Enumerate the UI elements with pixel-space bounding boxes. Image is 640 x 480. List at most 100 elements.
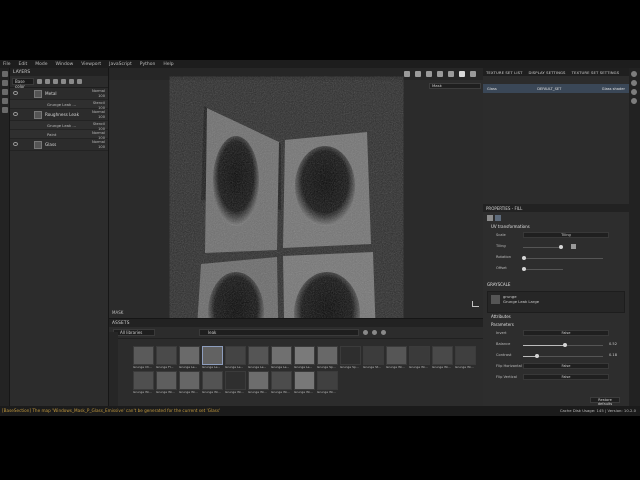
- tab-texture-set-settings[interactable]: TEXTURE SET SETTINGS: [572, 70, 620, 75]
- tiling-slider[interactable]: [523, 245, 563, 249]
- param-toggle[interactable]: False: [523, 363, 609, 369]
- material-tab-icon[interactable]: [487, 215, 493, 221]
- grayscale-resource[interactable]: grunge Grunge Leak Large: [487, 291, 625, 313]
- blend-channel-select[interactable]: Base color: [12, 78, 34, 89]
- tiling-knob[interactable]: [559, 245, 563, 249]
- menu-item-python[interactable]: Python: [140, 62, 156, 67]
- param-toggle[interactable]: False: [523, 374, 609, 380]
- view-options-icon[interactable]: [381, 330, 386, 335]
- asset-preview: [156, 346, 177, 365]
- asset-thumbnail[interactable]: Grunge Wi...: [294, 371, 315, 394]
- asset-thumbnail[interactable]: Grunge Wi...: [317, 371, 338, 394]
- display-settings-icon[interactable]: [631, 89, 637, 95]
- shelf-icon[interactable]: [631, 71, 637, 77]
- add-mask-icon[interactable]: [45, 79, 50, 84]
- visibility-eye-icon[interactable]: [13, 142, 18, 146]
- lock-icon[interactable]: [571, 244, 576, 249]
- menu-item-help[interactable]: Help: [163, 62, 173, 67]
- menu-item-viewport[interactable]: Viewport: [81, 62, 101, 67]
- rotation-knob[interactable]: [522, 256, 526, 260]
- asset-thumbnail[interactable]: Grunge Wi...: [248, 371, 269, 394]
- visibility-eye-icon[interactable]: [13, 91, 18, 95]
- layer-row[interactable]: Roughness Leak Normal 100: [10, 109, 108, 121]
- paint-tool-icon[interactable]: [2, 71, 8, 77]
- layer-row[interactable]: Glass Normal 100: [10, 139, 108, 151]
- attributes-header[interactable]: Attributes: [483, 313, 629, 321]
- asset-thumbnail[interactable]: Grunge Sp...: [340, 346, 361, 369]
- asset-label: Grunge Wi...: [455, 365, 474, 369]
- asset-thumbnail[interactable]: Grunge Ch...: [133, 346, 154, 369]
- param-slider[interactable]: [523, 343, 603, 347]
- asset-thumbnail[interactable]: Grunge St...: [363, 346, 384, 369]
- param-slider-knob[interactable]: [562, 343, 567, 347]
- layer-blend-info[interactable]: Normal 100: [92, 89, 105, 98]
- offset-knob[interactable]: [522, 267, 526, 271]
- menu-item-edit[interactable]: Edit: [19, 62, 28, 67]
- asset-thumbnail[interactable]: Grunge Le...: [179, 346, 200, 369]
- asset-thumbnail[interactable]: Grunge Le...: [202, 346, 223, 369]
- asset-thumbnail[interactable]: Grunge Wi...: [409, 346, 430, 369]
- history-icon[interactable]: [631, 80, 637, 86]
- asset-thumbnail[interactable]: Grunge Fl...: [156, 346, 177, 369]
- offset-slider[interactable]: [522, 267, 563, 271]
- picker-tool-icon[interactable]: [2, 107, 8, 113]
- library-select[interactable]: All libraries: [113, 329, 155, 336]
- param-value[interactable]: 0.18: [609, 353, 617, 357]
- asset-thumbnail[interactable]: Grunge Wi...: [455, 346, 476, 369]
- asset-thumbnail[interactable]: Grunge Wi...: [386, 346, 407, 369]
- add-folder-icon[interactable]: [69, 79, 74, 84]
- menu-item-javascript[interactable]: JavaScript: [109, 62, 132, 67]
- asset-search-input[interactable]: leak: [199, 329, 359, 336]
- layer-mask-row[interactable]: Grunge Leak … Stencil 100: [10, 100, 108, 110]
- layer-mask-row[interactable]: Paint Normal 100: [10, 130, 108, 140]
- param-slider-knob[interactable]: [535, 354, 540, 358]
- asset-thumbnail[interactable]: Grunge Le...: [271, 346, 292, 369]
- parameters-header[interactable]: Parameters: [483, 321, 629, 329]
- layer-blend-info[interactable]: Normal 100: [92, 110, 105, 119]
- layer-name: Paint: [47, 132, 57, 137]
- close-search-icon[interactable]: [363, 330, 368, 335]
- tab-texture-set-list[interactable]: TEXTURE SET LIST: [486, 70, 523, 75]
- layer-row[interactable]: Metal Normal 100: [10, 88, 108, 100]
- menu-item-mode[interactable]: Mode: [35, 62, 47, 67]
- asset-thumbnail[interactable]: Grunge Wi...: [432, 346, 453, 369]
- layer-mask-row[interactable]: Grunge Leak … Stencil 100: [10, 121, 108, 131]
- uv-section-header[interactable]: UV transformations: [483, 223, 629, 231]
- param-slider[interactable]: [523, 354, 603, 358]
- add-effect-icon[interactable]: [37, 79, 42, 84]
- shader-settings-icon[interactable]: [631, 98, 637, 104]
- asset-thumbnail[interactable]: Grunge Wi...: [271, 371, 292, 394]
- menu-item-window[interactable]: Window: [56, 62, 74, 67]
- 3d-viewport[interactable]: Mask MASK: [109, 68, 483, 318]
- asset-thumbnail[interactable]: Grunge Le...: [225, 346, 246, 369]
- visibility-eye-icon[interactable]: [13, 112, 18, 116]
- asset-label: Grunge Wi...: [317, 390, 336, 394]
- rotation-slider[interactable]: [522, 256, 603, 260]
- uv-scale-select[interactable]: Tiling: [523, 232, 609, 238]
- texture-set-shader[interactable]: Glass shader: [602, 87, 625, 91]
- param-toggle[interactable]: False: [523, 330, 609, 336]
- asset-thumbnail[interactable]: Grunge Wi...: [225, 371, 246, 394]
- asset-thumbnail[interactable]: Grunge Le...: [248, 346, 269, 369]
- asset-thumbnail[interactable]: Grunge Wi...: [133, 371, 154, 394]
- asset-thumbnail[interactable]: Grunge Wi...: [202, 371, 223, 394]
- asset-thumbnail[interactable]: Grunge Wi...: [179, 371, 200, 394]
- projection-tool-icon[interactable]: [2, 89, 8, 95]
- layer-blend-info[interactable]: Normal 100: [92, 140, 105, 149]
- add-fill-layer-icon[interactable]: [53, 79, 58, 84]
- menu-item-file[interactable]: File: [3, 62, 11, 67]
- texture-set-row[interactable]: Glass DEFAULT_SET Glass shader: [483, 84, 629, 93]
- restore-defaults-button[interactable]: Restore defaults: [590, 397, 620, 406]
- param-value[interactable]: 0.52: [609, 342, 617, 346]
- clone-tool-icon[interactable]: [2, 98, 8, 104]
- asset-thumbnail[interactable]: Grunge Le...: [294, 346, 315, 369]
- fill-tab-icon[interactable]: [495, 215, 501, 221]
- filter-icon[interactable]: [372, 330, 377, 335]
- asset-thumbnail[interactable]: Grunge Sp...: [317, 346, 338, 369]
- asset-thumbnail[interactable]: Grunge Wi...: [156, 371, 177, 394]
- delete-layer-icon[interactable]: [77, 79, 82, 84]
- tab-display-settings[interactable]: DISPLAY SETTINGS: [529, 70, 566, 75]
- tiling-row: Tiling: [483, 242, 629, 253]
- eraser-tool-icon[interactable]: [2, 80, 8, 86]
- add-layer-icon[interactable]: [61, 79, 66, 84]
